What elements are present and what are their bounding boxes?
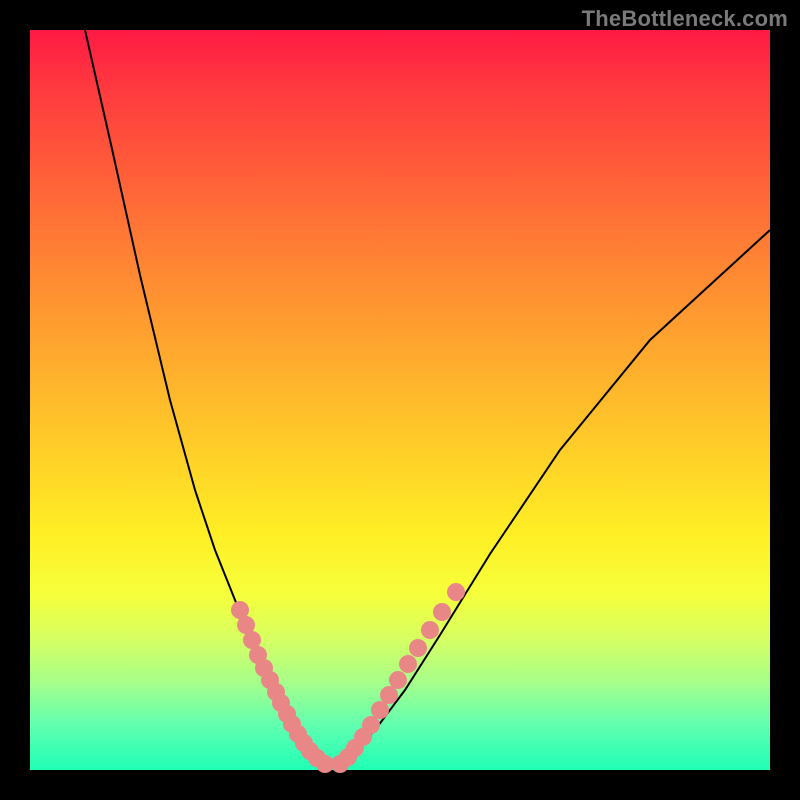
stud-point (389, 671, 407, 689)
stud-point (399, 655, 417, 673)
watermark-text: TheBottleneck.com (582, 6, 788, 32)
stud-point (362, 716, 380, 734)
stud-point (447, 583, 465, 601)
chart-svg (30, 30, 770, 770)
plot-area (30, 30, 770, 770)
left-curve (85, 30, 330, 768)
data-studs (231, 583, 465, 773)
stud-point (409, 639, 427, 657)
stud-point (380, 686, 398, 704)
chart-frame: TheBottleneck.com (0, 0, 800, 800)
stud-point (371, 701, 389, 719)
stud-point (433, 603, 451, 621)
stud-point (421, 621, 439, 639)
